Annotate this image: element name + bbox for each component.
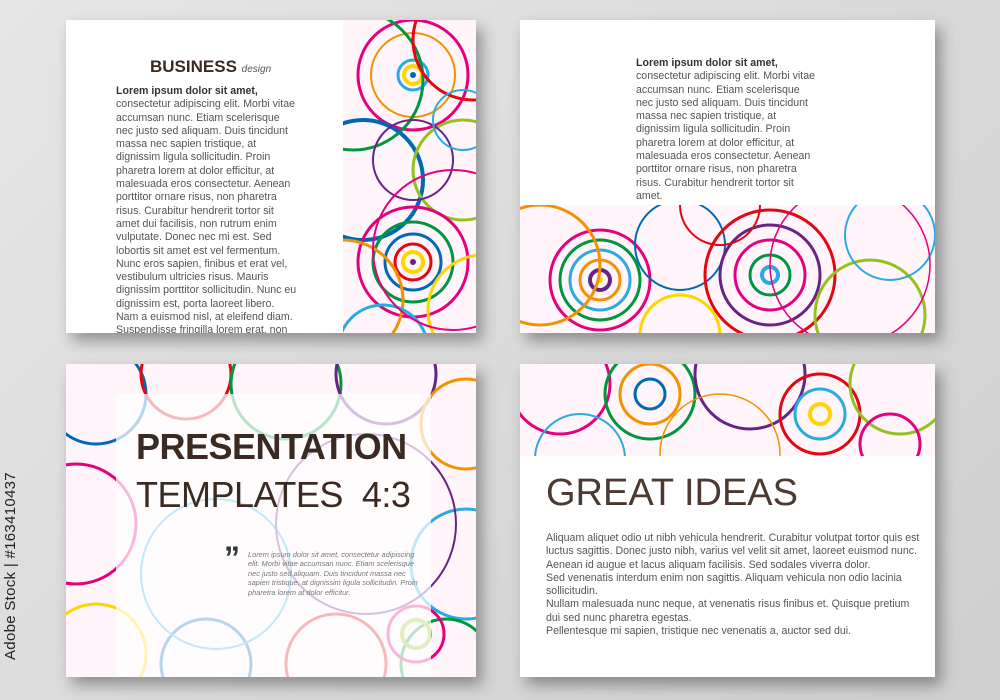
slide-title: BUSINESS design <box>150 57 271 77</box>
title-suffix: design <box>241 64 272 75</box>
body-lead: Lorem ipsum dolor sit amet, <box>636 57 778 69</box>
paragraph: Nullam malesuada nunc neque, at venenati… <box>546 598 910 624</box>
circle-pattern <box>66 364 476 677</box>
quote-mark: ” <box>224 540 240 576</box>
slide-title: GREAT IDEAS <box>546 472 798 514</box>
slide-presentation-templates[interactable]: PRESENTATION TEMPLATES 4:3 ” Lorem ipsum… <box>66 364 476 677</box>
quote-text: Lorem ipsum dolor sit amet, consectetur … <box>248 550 418 597</box>
body-lead: Lorem ipsum dolor sit amet, <box>116 85 258 97</box>
circle-pattern <box>520 364 935 456</box>
slide-text-with-pattern[interactable]: Lorem ipsum dolor sit amet, consectetur … <box>520 20 935 333</box>
body-text: Lorem ipsum dolor sit amet, consectetur … <box>116 85 299 333</box>
body-rest: consectetur adipiscing elit. Morbi vitae… <box>116 98 297 333</box>
paragraph: Aliquam aliquet odio ut nibh vehicula he… <box>546 532 920 571</box>
body-text: Lorem ipsum dolor sit amet, consectetur … <box>636 57 816 203</box>
circle-pattern <box>343 20 476 333</box>
slide-title-line2: TEMPLATES 4:3 <box>136 474 411 515</box>
body-text: Aliquam aliquet odio ut nibh vehicula he… <box>546 532 921 638</box>
circle-pattern <box>520 205 935 333</box>
circle-pattern-graphic <box>520 364 935 456</box>
slide-business-design[interactable]: BUSINESS design Lorem ipsum dolor sit am… <box>66 20 476 333</box>
paragraph: Sed venenatis interdum enim non sagittis… <box>546 571 902 598</box>
body-rest: consectetur adipiscing elit. Morbi vitae… <box>636 70 816 202</box>
circle-pattern-graphic <box>520 205 935 333</box>
circle-pattern-graphic <box>343 20 476 333</box>
paragraph: Pellentesque mi sapien, tristique nec ve… <box>546 625 852 638</box>
stock-watermark: Adobe Stock | #163410437 <box>2 472 19 660</box>
slide-title-line1: PRESENTATION <box>136 426 407 467</box>
slide-great-ideas[interactable]: GREAT IDEAS Aliquam aliquet odio ut nibh… <box>520 364 935 677</box>
title-text: BUSINESS <box>150 57 237 76</box>
